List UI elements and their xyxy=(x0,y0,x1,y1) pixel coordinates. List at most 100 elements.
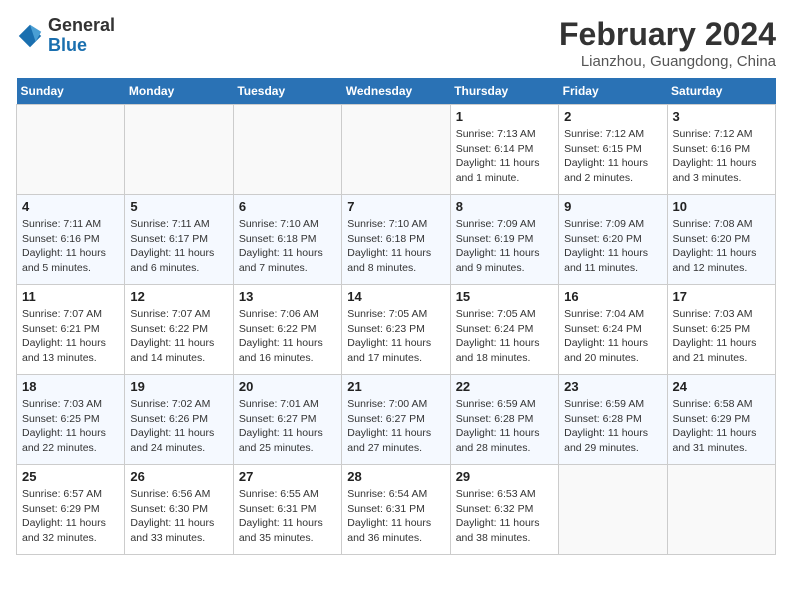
day-info: Sunrise: 7:08 AM Sunset: 6:20 PM Dayligh… xyxy=(673,217,770,276)
day-number: 10 xyxy=(673,199,770,214)
header-monday: Monday xyxy=(125,78,233,105)
table-row: 29 Sunrise: 6:53 AM Sunset: 6:32 PM Dayli… xyxy=(450,465,558,555)
day-info: Sunrise: 6:58 AM Sunset: 6:29 PM Dayligh… xyxy=(673,397,770,456)
header-tuesday: Tuesday xyxy=(233,78,341,105)
table-row: 23 Sunrise: 6:59 AM Sunset: 6:28 PM Dayli… xyxy=(559,375,667,465)
week-row-2: 4Sunrise: 7:11 AM Sunset: 6:16 PM Daylig… xyxy=(17,195,776,285)
day-info: Sunrise: 6:56 AM Sunset: 6:30 PM Dayligh… xyxy=(130,487,227,546)
table-row: 25Sunrise: 6:57 AM Sunset: 6:29 PM Dayli… xyxy=(17,465,125,555)
day-number: 2 xyxy=(564,109,661,124)
day-number: 21 xyxy=(347,379,444,394)
day-info: Sunrise: 7:09 AM Sunset: 6:20 PM Dayligh… xyxy=(564,217,661,276)
table-row: 2Sunrise: 7:12 AM Sunset: 6:15 PM Daylig… xyxy=(559,105,667,195)
day-info: Sunrise: 7:11 AM Sunset: 6:16 PM Dayligh… xyxy=(22,217,119,276)
table-row: 27Sunrise: 6:55 AM Sunset: 6:31 PM Dayli… xyxy=(233,465,341,555)
table-row: 13Sunrise: 7:06 AM Sunset: 6:22 PM Dayli… xyxy=(233,285,341,375)
day-info: Sunrise: 7:02 AM Sunset: 6:26 PM Dayligh… xyxy=(130,397,227,456)
table-row: 15 Sunrise: 7:05 AM Sunset: 6:24 PM Dayli… xyxy=(450,285,558,375)
day-number: 29 xyxy=(456,469,553,484)
table-row: 1 Sunrise: 7:13 AM Sunset: 6:14 PM Daylig… xyxy=(450,105,558,195)
table-row xyxy=(342,105,450,195)
day-number: 1 xyxy=(456,109,553,124)
day-number: 12 xyxy=(130,289,227,304)
weekday-header-row: Sunday Monday Tuesday Wednesday Thursday… xyxy=(17,78,776,105)
table-row: 22 Sunrise: 6:59 AM Sunset: 6:28 PM Dayli… xyxy=(450,375,558,465)
day-info: Sunrise: 7:03 AM Sunset: 6:25 PM Dayligh… xyxy=(22,397,119,456)
day-info: Sunrise: 7:04 AM Sunset: 6:24 PM Dayligh… xyxy=(564,307,661,366)
table-row: 26 Sunrise: 6:56 AM Sunset: 6:30 PM Dayli… xyxy=(125,465,233,555)
day-info: Sunrise: 6:59 AM Sunset: 6:28 PM Dayligh… xyxy=(456,397,553,456)
day-number: 14 xyxy=(347,289,444,304)
day-number: 20 xyxy=(239,379,336,394)
day-number: 6 xyxy=(239,199,336,214)
table-row: 12 Sunrise: 7:07 AM Sunset: 6:22 PM Dayli… xyxy=(125,285,233,375)
day-info: Sunrise: 6:59 AM Sunset: 6:28 PM Dayligh… xyxy=(564,397,661,456)
day-info: Sunrise: 7:12 AM Sunset: 6:16 PM Dayligh… xyxy=(673,127,770,186)
week-row-5: 25Sunrise: 6:57 AM Sunset: 6:29 PM Dayli… xyxy=(17,465,776,555)
day-number: 19 xyxy=(130,379,227,394)
week-row-1: 1 Sunrise: 7:13 AM Sunset: 6:14 PM Daylig… xyxy=(17,105,776,195)
day-info: Sunrise: 6:53 AM Sunset: 6:32 PM Dayligh… xyxy=(456,487,553,546)
title-area: February 2024 Lianzhou, Guangdong, China xyxy=(559,16,776,70)
day-info: Sunrise: 7:10 AM Sunset: 6:18 PM Dayligh… xyxy=(347,217,444,276)
table-row: 11Sunrise: 7:07 AM Sunset: 6:21 PM Dayli… xyxy=(17,285,125,375)
table-row: 24Sunrise: 6:58 AM Sunset: 6:29 PM Dayli… xyxy=(667,375,775,465)
logo-icon xyxy=(16,22,44,50)
day-number: 22 xyxy=(456,379,553,394)
day-number: 13 xyxy=(239,289,336,304)
logo-blue: Blue xyxy=(48,35,87,55)
day-info: Sunrise: 7:11 AM Sunset: 6:17 PM Dayligh… xyxy=(130,217,227,276)
day-info: Sunrise: 7:05 AM Sunset: 6:24 PM Dayligh… xyxy=(456,307,553,366)
table-row xyxy=(17,105,125,195)
logo-text: General Blue xyxy=(48,16,115,56)
table-row: 21 Sunrise: 7:00 AM Sunset: 6:27 PM Dayli… xyxy=(342,375,450,465)
day-number: 18 xyxy=(22,379,119,394)
table-row xyxy=(125,105,233,195)
table-row: 20 Sunrise: 7:01 AM Sunset: 6:27 PM Dayli… xyxy=(233,375,341,465)
day-info: Sunrise: 7:07 AM Sunset: 6:21 PM Dayligh… xyxy=(22,307,119,366)
day-info: Sunrise: 7:13 AM Sunset: 6:14 PM Dayligh… xyxy=(456,127,553,186)
header-friday: Friday xyxy=(559,78,667,105)
table-row: 7 Sunrise: 7:10 AM Sunset: 6:18 PM Daylig… xyxy=(342,195,450,285)
week-row-3: 11Sunrise: 7:07 AM Sunset: 6:21 PM Dayli… xyxy=(17,285,776,375)
month-title: February 2024 xyxy=(559,16,776,53)
day-number: 9 xyxy=(564,199,661,214)
day-info: Sunrise: 7:07 AM Sunset: 6:22 PM Dayligh… xyxy=(130,307,227,366)
table-row: 10 Sunrise: 7:08 AM Sunset: 6:20 PM Dayli… xyxy=(667,195,775,285)
header-thursday: Thursday xyxy=(450,78,558,105)
table-row xyxy=(233,105,341,195)
table-row: 5 Sunrise: 7:11 AM Sunset: 6:17 PM Daylig… xyxy=(125,195,233,285)
table-row: 28 Sunrise: 6:54 AM Sunset: 6:31 PM Dayli… xyxy=(342,465,450,555)
day-info: Sunrise: 7:09 AM Sunset: 6:19 PM Dayligh… xyxy=(456,217,553,276)
table-row xyxy=(667,465,775,555)
header-saturday: Saturday xyxy=(667,78,775,105)
location-subtitle: Lianzhou, Guangdong, China xyxy=(559,53,776,70)
day-info: Sunrise: 7:03 AM Sunset: 6:25 PM Dayligh… xyxy=(673,307,770,366)
day-number: 23 xyxy=(564,379,661,394)
table-row: 19 Sunrise: 7:02 AM Sunset: 6:26 PM Dayli… xyxy=(125,375,233,465)
logo-general: General xyxy=(48,15,115,35)
day-info: Sunrise: 6:54 AM Sunset: 6:31 PM Dayligh… xyxy=(347,487,444,546)
calendar-table: Sunday Monday Tuesday Wednesday Thursday… xyxy=(16,78,776,555)
day-number: 7 xyxy=(347,199,444,214)
day-number: 5 xyxy=(130,199,227,214)
day-number: 27 xyxy=(239,469,336,484)
table-row xyxy=(559,465,667,555)
header-wednesday: Wednesday xyxy=(342,78,450,105)
day-info: Sunrise: 7:05 AM Sunset: 6:23 PM Dayligh… xyxy=(347,307,444,366)
day-number: 3 xyxy=(673,109,770,124)
table-row: 16Sunrise: 7:04 AM Sunset: 6:24 PM Dayli… xyxy=(559,285,667,375)
day-number: 28 xyxy=(347,469,444,484)
table-row: 6Sunrise: 7:10 AM Sunset: 6:18 PM Daylig… xyxy=(233,195,341,285)
day-number: 26 xyxy=(130,469,227,484)
day-info: Sunrise: 7:01 AM Sunset: 6:27 PM Dayligh… xyxy=(239,397,336,456)
table-row: 8 Sunrise: 7:09 AM Sunset: 6:19 PM Daylig… xyxy=(450,195,558,285)
header-sunday: Sunday xyxy=(17,78,125,105)
logo: General Blue xyxy=(16,16,115,56)
day-number: 15 xyxy=(456,289,553,304)
table-row: 9 Sunrise: 7:09 AM Sunset: 6:20 PM Daylig… xyxy=(559,195,667,285)
week-row-4: 18 Sunrise: 7:03 AM Sunset: 6:25 PM Dayli… xyxy=(17,375,776,465)
table-row: 4Sunrise: 7:11 AM Sunset: 6:16 PM Daylig… xyxy=(17,195,125,285)
day-info: Sunrise: 7:00 AM Sunset: 6:27 PM Dayligh… xyxy=(347,397,444,456)
day-number: 8 xyxy=(456,199,553,214)
